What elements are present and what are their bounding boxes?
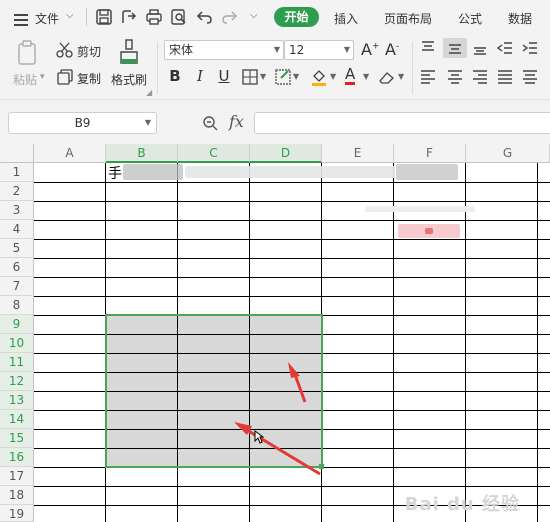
border-dropdown-icon[interactable]: ▼ bbox=[260, 72, 266, 81]
underline-icon[interactable]: U bbox=[216, 67, 232, 85]
tab-data[interactable]: 数据 bbox=[508, 10, 532, 27]
clear-format-icon[interactable] bbox=[378, 69, 396, 85]
paste-button[interactable]: 粘贴 bbox=[13, 71, 37, 88]
paste-icon[interactable] bbox=[16, 40, 40, 66]
paste-dropdown-icon[interactable]: ▾ bbox=[40, 72, 45, 82]
save-icon[interactable] bbox=[95, 8, 113, 26]
cell-style-icon[interactable] bbox=[275, 69, 291, 85]
font-name-select[interactable]: 宋体 ▼ bbox=[164, 40, 284, 60]
tab-page-layout[interactable]: 页面布局 bbox=[384, 10, 432, 27]
align-bottom-icon[interactable] bbox=[472, 40, 488, 56]
zoom-icon[interactable] bbox=[202, 115, 218, 131]
fill-color-icon[interactable] bbox=[310, 68, 328, 86]
font-name-value: 宋体 bbox=[169, 43, 194, 57]
decrease-indent-icon[interactable] bbox=[497, 40, 513, 56]
name-box[interactable]: B9 ▼ bbox=[8, 112, 157, 134]
justify-icon[interactable] bbox=[497, 69, 513, 85]
file-menu[interactable]: 文件 bbox=[35, 10, 59, 27]
print-preview-icon[interactable] bbox=[170, 8, 188, 26]
menu-bar: 文件 ⌵ ⌵ 开始 插入 页面布局 公式 数据 bbox=[0, 0, 550, 34]
font-color-dropdown-icon[interactable]: ▼ bbox=[363, 72, 369, 81]
copy-button[interactable]: 复制 bbox=[77, 70, 101, 87]
distributed-align-icon[interactable] bbox=[522, 69, 538, 85]
clear-format-dropdown-icon[interactable]: ▼ bbox=[398, 72, 404, 81]
ribbon-expand-icon[interactable]: ◢ bbox=[146, 88, 152, 97]
format-painter-button[interactable]: 格式刷 bbox=[111, 71, 147, 88]
font-size-select[interactable]: 12 ▼ bbox=[284, 40, 354, 60]
mouse-cursor-icon bbox=[254, 430, 264, 444]
ribbon-separator bbox=[412, 42, 413, 94]
copy-icon bbox=[57, 69, 73, 85]
hamburger-icon[interactable] bbox=[14, 11, 28, 26]
chevron-down-icon: ▼ bbox=[343, 45, 350, 54]
export-pdf-icon[interactable] bbox=[120, 8, 138, 26]
tab-formulas[interactable]: 公式 bbox=[458, 10, 482, 27]
align-left-icon[interactable] bbox=[420, 69, 436, 85]
decrease-font-icon[interactable]: A- bbox=[385, 40, 399, 59]
chevron-down-icon[interactable]: ⌵ bbox=[66, 10, 74, 21]
fx-icon[interactable]: fx bbox=[229, 112, 244, 131]
chevron-down-icon: ▼ bbox=[144, 118, 151, 127]
ribbon-separator bbox=[157, 42, 158, 94]
sheet-grid[interactable]: A B C D E F G 1 2 3 4 5 6 7 8 9 10 11 12… bbox=[0, 144, 550, 522]
spreadsheet-app: 文件 ⌵ ⌵ 开始 插入 页面布局 公式 数据 粘贴 ▾ 剪切 复制 格式刷 宋… bbox=[0, 0, 550, 522]
tab-home[interactable]: 开始 bbox=[274, 7, 319, 27]
annotation-arrow-head bbox=[288, 362, 300, 378]
align-right-icon[interactable] bbox=[472, 69, 488, 85]
align-top-icon[interactable] bbox=[420, 40, 436, 56]
quick-access-dropdown-icon[interactable]: ⌵ bbox=[250, 10, 258, 21]
cell-style-dropdown-icon[interactable]: ▼ bbox=[293, 72, 299, 81]
bold-icon[interactable]: B bbox=[167, 67, 183, 85]
name-box-value: B9 bbox=[74, 116, 91, 130]
chevron-down-icon: ▼ bbox=[273, 45, 280, 54]
undo-icon[interactable] bbox=[196, 8, 214, 26]
fill-color-dropdown-icon[interactable]: ▼ bbox=[330, 72, 336, 81]
formula-bar: B9 ▼ fx bbox=[0, 100, 550, 144]
ribbon-home: 粘贴 ▾ 剪切 复制 格式刷 宋体 ▼ 12 ▼ A+ A- B I U ▼ ▼ ▼… bbox=[0, 34, 550, 100]
cut-button[interactable]: 剪切 bbox=[77, 43, 101, 60]
formula-input[interactable] bbox=[254, 112, 550, 134]
increase-font-icon[interactable]: A+ bbox=[361, 40, 380, 59]
watermark: Bai du 经验 bbox=[404, 494, 520, 515]
align-middle-button[interactable] bbox=[443, 38, 467, 58]
tab-insert[interactable]: 插入 bbox=[334, 10, 358, 27]
annotation-arrows bbox=[234, 362, 321, 476]
scissors-icon bbox=[56, 42, 73, 58]
format-painter-icon bbox=[120, 39, 138, 64]
font-color-icon[interactable]: A bbox=[345, 66, 356, 85]
italic-icon[interactable]: I bbox=[192, 67, 208, 85]
print-icon[interactable] bbox=[145, 8, 163, 26]
redo-icon[interactable] bbox=[220, 8, 238, 26]
menu-separator bbox=[86, 8, 87, 26]
increase-indent-icon[interactable] bbox=[522, 40, 538, 56]
font-size-value: 12 bbox=[289, 43, 305, 57]
border-icon[interactable] bbox=[242, 69, 258, 85]
align-middle-icon bbox=[449, 44, 461, 54]
align-center-icon[interactable] bbox=[447, 69, 463, 85]
